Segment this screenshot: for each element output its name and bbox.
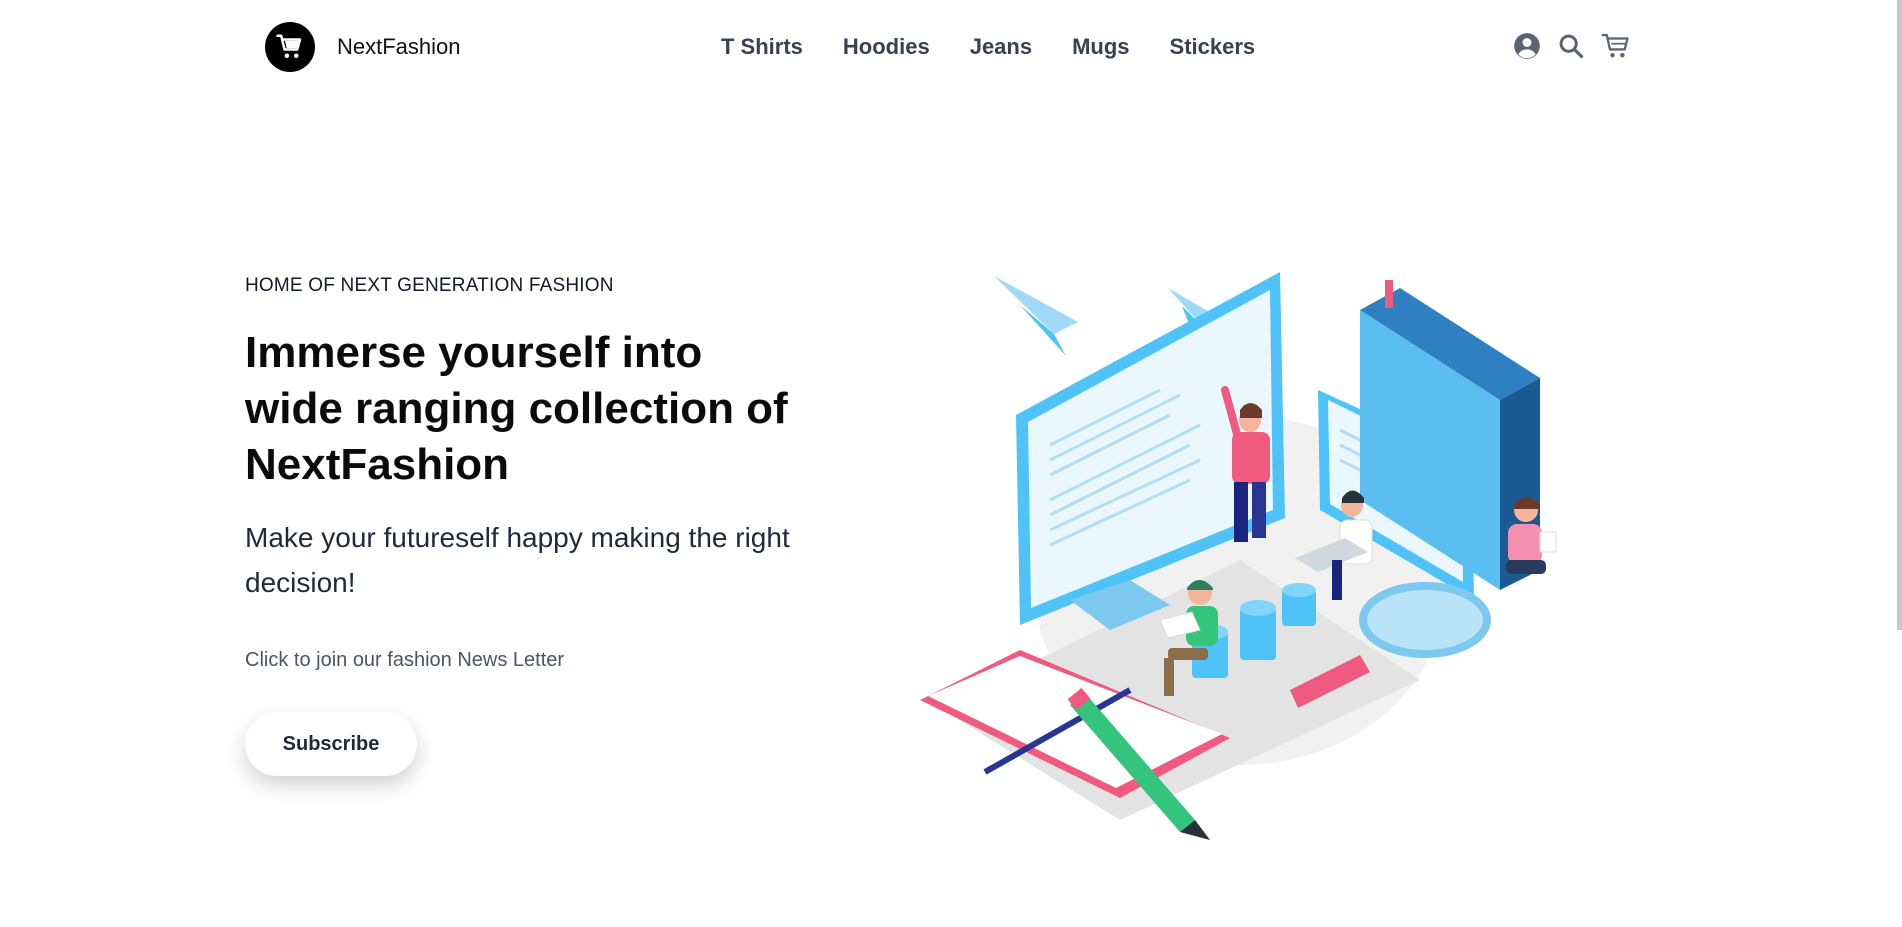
nav-link-jeans[interactable]: Jeans [970,34,1032,60]
cart-icon[interactable] [1601,32,1631,60]
hero-subheading: Make your futureself happy making the ri… [245,522,790,598]
hero-section: HOME OF NEXT GENERATION FASHION Immerse … [245,275,825,776]
search-icon[interactable] [1557,32,1585,60]
nav-link-mugs[interactable]: Mugs [1072,34,1129,60]
nav-link-t-shirts[interactable]: T Shirts [721,34,803,60]
hero-eyebrow: HOME OF NEXT GENERATION FASHION [245,275,614,296]
user-circle-icon[interactable] [1513,32,1541,60]
brand-link[interactable]: NextFashion [265,22,461,72]
headline-line: Immerse yourself into [245,328,703,377]
newsletter-prompt: Click to join our fashion News Letter [245,649,565,671]
page-scrollbar[interactable] [1897,0,1902,630]
hero-illustration [900,260,1580,840]
hero-headline: Immerse yourself into wide ranging colle… [245,325,825,493]
headline-line: wide ranging collection of [245,384,788,433]
nav-link-hoodies[interactable]: Hoodies [843,34,930,60]
header-actions [1513,32,1631,60]
subscribe-button[interactable]: Subscribe [245,712,417,776]
cart-icon [265,22,315,72]
headline-line: NextFashion [245,440,510,489]
main-nav: T Shirts Hoodies Jeans Mugs Stickers [721,34,1255,60]
brand-name: NextFashion [337,34,461,59]
site-header: NextFashion T Shirts Hoodies Jeans Mugs … [0,0,1902,96]
nav-link-stickers[interactable]: Stickers [1170,34,1256,60]
